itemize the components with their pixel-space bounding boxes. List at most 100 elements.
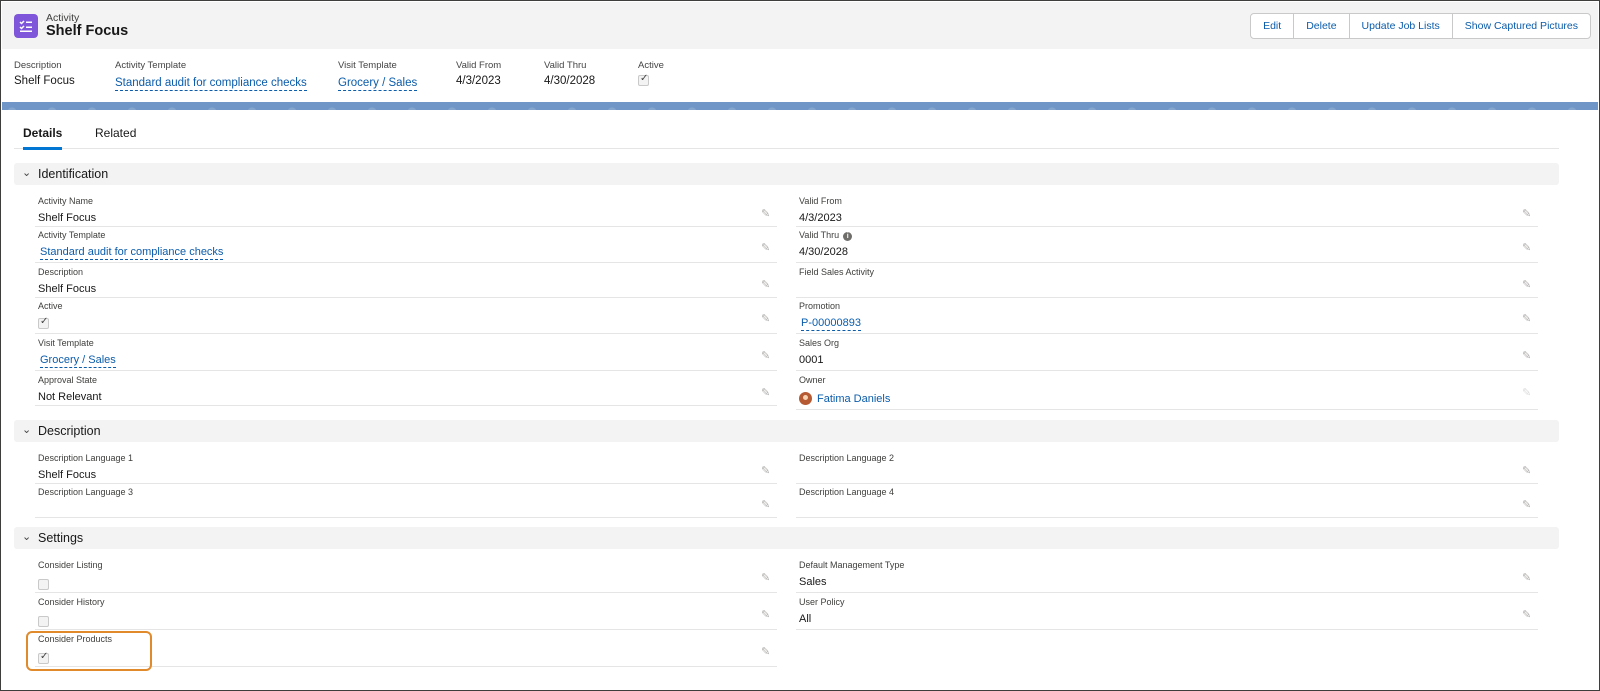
- visit-template-field-link[interactable]: Grocery / Sales: [40, 354, 116, 368]
- section-title: Description: [38, 424, 101, 438]
- field-label: Active: [38, 301, 63, 311]
- highlight-label: Valid From: [456, 60, 502, 71]
- consider-products-checkbox: [38, 651, 49, 664]
- field-activity-name: Activity Name Shelf Focus ✎: [35, 193, 777, 227]
- field-activity-template: Activity Template Standard audit for com…: [35, 227, 777, 263]
- highlight-label: Description: [14, 60, 62, 71]
- record-title: Shelf Focus: [46, 23, 129, 39]
- field-label-text: Valid Thru: [799, 230, 840, 240]
- field-description-language-2: Description Language 2 ✎: [796, 450, 1538, 484]
- delete-button[interactable]: Delete: [1293, 14, 1349, 38]
- consider-history-checkbox: [38, 616, 49, 627]
- field-value: Sales: [799, 576, 827, 588]
- highlight-valid-thru: Valid Thru 4/30/2028: [544, 60, 595, 87]
- tab-related[interactable]: Related: [95, 126, 136, 147]
- chevron-down-icon: ⌄: [22, 531, 32, 543]
- field-promotion: Promotion P-00000893 ✎: [796, 298, 1538, 334]
- edit-pencil-icon[interactable]: ✎: [761, 278, 773, 291]
- highlight-label: Valid Thru: [544, 60, 587, 71]
- field-label: Visit Template: [38, 338, 94, 348]
- record-tabs: Details Related: [14, 121, 1559, 150]
- edit-pencil-icon: ✎: [1522, 387, 1532, 399]
- field-label: Valid From: [799, 196, 842, 206]
- highlight-value: 4/30/2028: [544, 75, 596, 87]
- promotion-link[interactable]: P-00000893: [801, 317, 861, 331]
- field-value: [38, 316, 49, 332]
- edit-pencil-icon[interactable]: ✎: [1522, 464, 1534, 477]
- field-label: Field Sales Activity: [799, 267, 875, 277]
- edit-pencil-icon[interactable]: ✎: [761, 312, 773, 325]
- edit-pencil-icon[interactable]: ✎: [761, 207, 773, 220]
- edit-pencil-icon[interactable]: ✎: [1522, 312, 1534, 325]
- field-description-language-4: Description Language 4 ✎: [796, 484, 1538, 518]
- field-value: [38, 615, 49, 630]
- update-job-lists-button[interactable]: Update Job Lists: [1348, 14, 1452, 38]
- activity-template-link[interactable]: Standard audit for compliance checks: [115, 77, 307, 91]
- field-label: Activity Template: [38, 230, 106, 240]
- field-value: Shelf Focus: [38, 469, 97, 481]
- edit-pencil-icon[interactable]: ✎: [761, 608, 773, 621]
- activity-template-field-link[interactable]: Standard audit for compliance checks: [40, 246, 224, 260]
- section-description-header[interactable]: ⌄ Description: [14, 420, 1559, 442]
- field-label: Description Language 3: [38, 487, 134, 497]
- field-label: Valid Thru i: [799, 230, 853, 241]
- header-top: Activity Shelf Focus Edit Delete Update …: [2, 2, 1598, 49]
- tab-details[interactable]: Details: [23, 126, 63, 150]
- active-checkbox: [638, 73, 649, 86]
- highlight-label: Visit Template: [338, 60, 397, 71]
- field-label: Approval State: [38, 375, 98, 385]
- field-value: All: [799, 613, 812, 625]
- field-sales-org: Sales Org 0001 ✎: [796, 335, 1538, 371]
- field-value: Not Relevant: [38, 391, 102, 403]
- show-captured-pictures-button[interactable]: Show Captured Pictures: [1451, 14, 1590, 38]
- field-label: Activity Name: [38, 196, 94, 206]
- edit-pencil-icon[interactable]: ✎: [761, 645, 773, 658]
- edit-pencil-icon[interactable]: ✎: [1522, 278, 1534, 291]
- field-value: [38, 651, 49, 667]
- edit-button[interactable]: Edit: [1251, 14, 1294, 38]
- edit-pencil-icon[interactable]: ✎: [761, 349, 773, 362]
- field-value: 4/30/2028: [799, 246, 848, 258]
- edit-pencil-icon[interactable]: ✎: [1522, 207, 1534, 220]
- chevron-down-icon: ⌄: [22, 167, 32, 179]
- edit-pencil-icon[interactable]: ✎: [761, 464, 773, 477]
- field-owner: Owner Fatima Daniels ✎: [796, 372, 1538, 410]
- section-identification-header[interactable]: ⌄ Identification: [14, 163, 1559, 185]
- edit-pencil-icon[interactable]: ✎: [761, 571, 773, 584]
- active-field-checkbox: [38, 316, 49, 329]
- field-label: Consider Listing: [38, 560, 103, 570]
- field-consider-history: Consider History ✎: [35, 594, 777, 630]
- action-button-group: Edit Delete Update Job Lists Show Captur…: [1250, 13, 1591, 39]
- field-value: Shelf Focus: [38, 212, 97, 224]
- decorative-banner: [2, 102, 1598, 110]
- section-settings-header[interactable]: ⌄ Settings: [14, 527, 1559, 549]
- field-label: Description: [38, 267, 84, 277]
- highlight-visit-template: Visit Template Grocery / Sales: [338, 60, 418, 91]
- highlight-activity-template: Activity Template Standard audit for com…: [115, 60, 307, 91]
- field-label: Sales Org: [799, 338, 840, 348]
- edit-pencil-icon[interactable]: ✎: [1522, 498, 1534, 511]
- highlight-label: Activity Template: [115, 60, 187, 71]
- field-label: Promotion: [799, 301, 841, 311]
- field-valid-from: Valid From 4/3/2023 ✎: [796, 193, 1538, 227]
- edit-pencil-icon[interactable]: ✎: [761, 498, 773, 511]
- edit-pencil-icon[interactable]: ✎: [1522, 571, 1534, 584]
- field-description: Description Shelf Focus ✎: [35, 264, 777, 298]
- edit-pencil-icon[interactable]: ✎: [1522, 608, 1534, 621]
- highlights-panel: Description Shelf Focus Activity Templat…: [2, 49, 1598, 102]
- field-label: Consider History: [38, 597, 105, 607]
- edit-pencil-icon[interactable]: ✎: [761, 241, 773, 254]
- field-label: Default Management Type: [799, 560, 905, 570]
- visit-template-link[interactable]: Grocery / Sales: [338, 77, 418, 91]
- edit-pencil-icon[interactable]: ✎: [1522, 349, 1534, 362]
- activity-checklist-icon: [14, 14, 38, 38]
- field-label: Owner: [799, 375, 826, 385]
- edit-pencil-icon[interactable]: ✎: [761, 386, 773, 399]
- owner-link[interactable]: Fatima Daniels: [817, 393, 890, 405]
- edit-pencil-icon[interactable]: ✎: [1522, 241, 1534, 254]
- field-label: Description Language 2: [799, 453, 895, 463]
- field-label: Description Language 4: [799, 487, 895, 497]
- field-valid-thru: Valid Thru i 4/30/2028 ✎: [796, 227, 1538, 263]
- highlight-label: Active: [638, 60, 664, 71]
- info-icon[interactable]: i: [843, 232, 853, 241]
